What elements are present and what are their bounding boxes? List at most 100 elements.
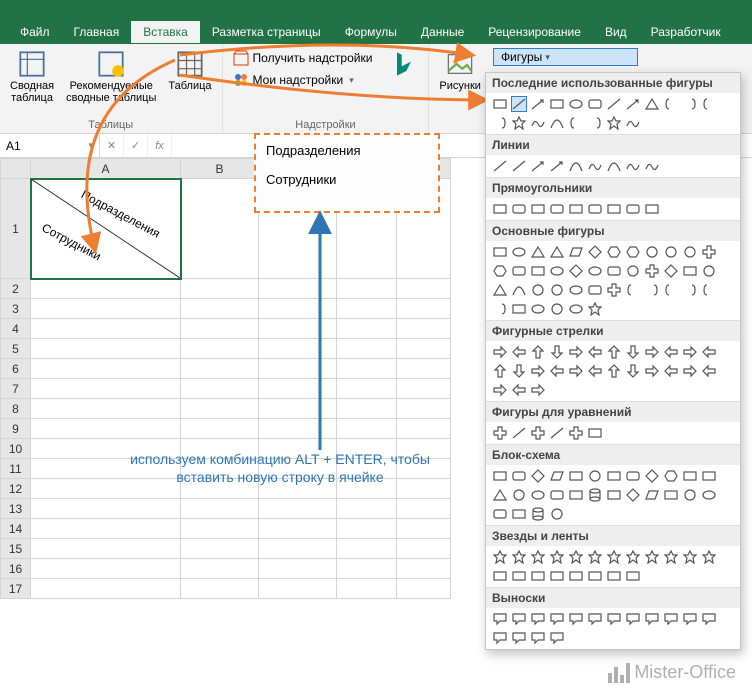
shape-item[interactable]	[682, 282, 698, 298]
shape-item[interactable]	[511, 201, 527, 217]
shape-item[interactable]	[606, 115, 622, 131]
shape-item[interactable]	[568, 487, 584, 503]
shape-item[interactable]	[549, 263, 565, 279]
cell[interactable]	[397, 419, 451, 439]
shape-item[interactable]	[682, 263, 698, 279]
cell[interactable]	[31, 319, 181, 339]
cell[interactable]	[181, 359, 259, 379]
shape-item[interactable]	[492, 282, 508, 298]
cell[interactable]	[181, 279, 259, 299]
shape-item[interactable]	[625, 115, 641, 131]
shape-item[interactable]	[511, 568, 527, 584]
shape-item[interactable]	[492, 201, 508, 217]
shape-item[interactable]	[701, 468, 717, 484]
cell[interactable]	[181, 339, 259, 359]
shape-item[interactable]	[511, 363, 527, 379]
shape-item[interactable]	[568, 468, 584, 484]
cell[interactable]	[397, 579, 451, 599]
tab-pagelayout[interactable]: Разметка страницы	[200, 21, 333, 43]
shape-item[interactable]	[606, 487, 622, 503]
shape-item[interactable]	[625, 568, 641, 584]
row-header-17[interactable]: 17	[1, 579, 31, 599]
pivot-table-button[interactable]: Сводная таблица	[6, 48, 58, 106]
shape-item[interactable]	[663, 611, 679, 627]
shape-item[interactable]	[492, 158, 508, 174]
shape-item[interactable]	[682, 487, 698, 503]
shape-item[interactable]	[511, 425, 527, 441]
shape-item[interactable]	[625, 201, 641, 217]
shape-item[interactable]	[549, 506, 565, 522]
cell[interactable]	[337, 579, 397, 599]
shape-item[interactable]	[511, 158, 527, 174]
shape-item[interactable]	[530, 201, 546, 217]
shape-item[interactable]	[492, 549, 508, 565]
shape-item[interactable]	[587, 201, 603, 217]
shape-item[interactable]	[511, 115, 527, 131]
shape-item[interactable]	[530, 263, 546, 279]
cell[interactable]	[31, 279, 181, 299]
cell[interactable]	[259, 359, 337, 379]
shape-item[interactable]	[682, 344, 698, 360]
table-button[interactable]: Таблица	[164, 48, 215, 94]
shape-item[interactable]	[663, 244, 679, 260]
cell[interactable]	[337, 379, 397, 399]
shape-item[interactable]	[682, 363, 698, 379]
cell[interactable]	[397, 359, 451, 379]
shape-item[interactable]	[530, 382, 546, 398]
shape-item[interactable]	[663, 487, 679, 503]
shape-item[interactable]	[511, 630, 527, 646]
shape-item[interactable]	[587, 282, 603, 298]
shape-item[interactable]	[549, 158, 565, 174]
shape-item[interactable]	[549, 282, 565, 298]
cell[interactable]	[31, 499, 181, 519]
shape-item[interactable]	[530, 468, 546, 484]
shape-item[interactable]	[530, 344, 546, 360]
shape-item[interactable]	[701, 96, 717, 112]
shape-item[interactable]	[511, 301, 527, 317]
row-header-16[interactable]: 16	[1, 559, 31, 579]
cell[interactable]	[337, 279, 397, 299]
shape-item[interactable]	[587, 115, 603, 131]
shape-item[interactable]	[568, 344, 584, 360]
shape-item[interactable]	[549, 96, 565, 112]
shape-item[interactable]	[549, 611, 565, 627]
shape-item[interactable]	[568, 115, 584, 131]
shape-item[interactable]	[625, 282, 641, 298]
shape-item[interactable]	[701, 549, 717, 565]
shape-item[interactable]	[549, 115, 565, 131]
shape-item[interactable]	[530, 487, 546, 503]
cell[interactable]	[337, 319, 397, 339]
cell[interactable]	[397, 519, 451, 539]
my-addins-button[interactable]: Мои надстройки	[229, 70, 377, 90]
col-header-a[interactable]: A	[31, 159, 181, 179]
cell[interactable]	[31, 299, 181, 319]
cell[interactable]	[31, 339, 181, 359]
shape-item[interactable]	[549, 487, 565, 503]
recommended-pivot-button[interactable]: Рекомендуемые сводные таблицы	[62, 48, 160, 106]
shape-item[interactable]	[606, 263, 622, 279]
shape-item[interactable]	[587, 611, 603, 627]
shape-item[interactable]	[606, 363, 622, 379]
shape-item[interactable]	[606, 244, 622, 260]
shape-item[interactable]	[549, 568, 565, 584]
shape-item[interactable]	[663, 96, 679, 112]
shape-item[interactable]	[530, 115, 546, 131]
cell[interactable]	[397, 399, 451, 419]
col-header-b[interactable]: B	[181, 159, 259, 179]
shape-item[interactable]	[492, 363, 508, 379]
shape-item[interactable]	[606, 568, 622, 584]
shape-item[interactable]	[606, 611, 622, 627]
row-header-2[interactable]: 2	[1, 279, 31, 299]
shape-item[interactable]	[511, 344, 527, 360]
cell[interactable]	[337, 299, 397, 319]
cell[interactable]: ПодразделенияСотрудники	[31, 179, 181, 279]
spreadsheet-grid[interactable]: A B C D E 1ПодразделенияСотрудники234567…	[0, 158, 451, 599]
tab-review[interactable]: Рецензирование	[476, 21, 593, 43]
cell[interactable]	[259, 339, 337, 359]
row-header-6[interactable]: 6	[1, 359, 31, 379]
cell[interactable]	[259, 279, 337, 299]
shape-item[interactable]	[625, 487, 641, 503]
shape-item[interactable]	[492, 96, 508, 112]
shape-item[interactable]	[587, 425, 603, 441]
cell[interactable]	[397, 339, 451, 359]
